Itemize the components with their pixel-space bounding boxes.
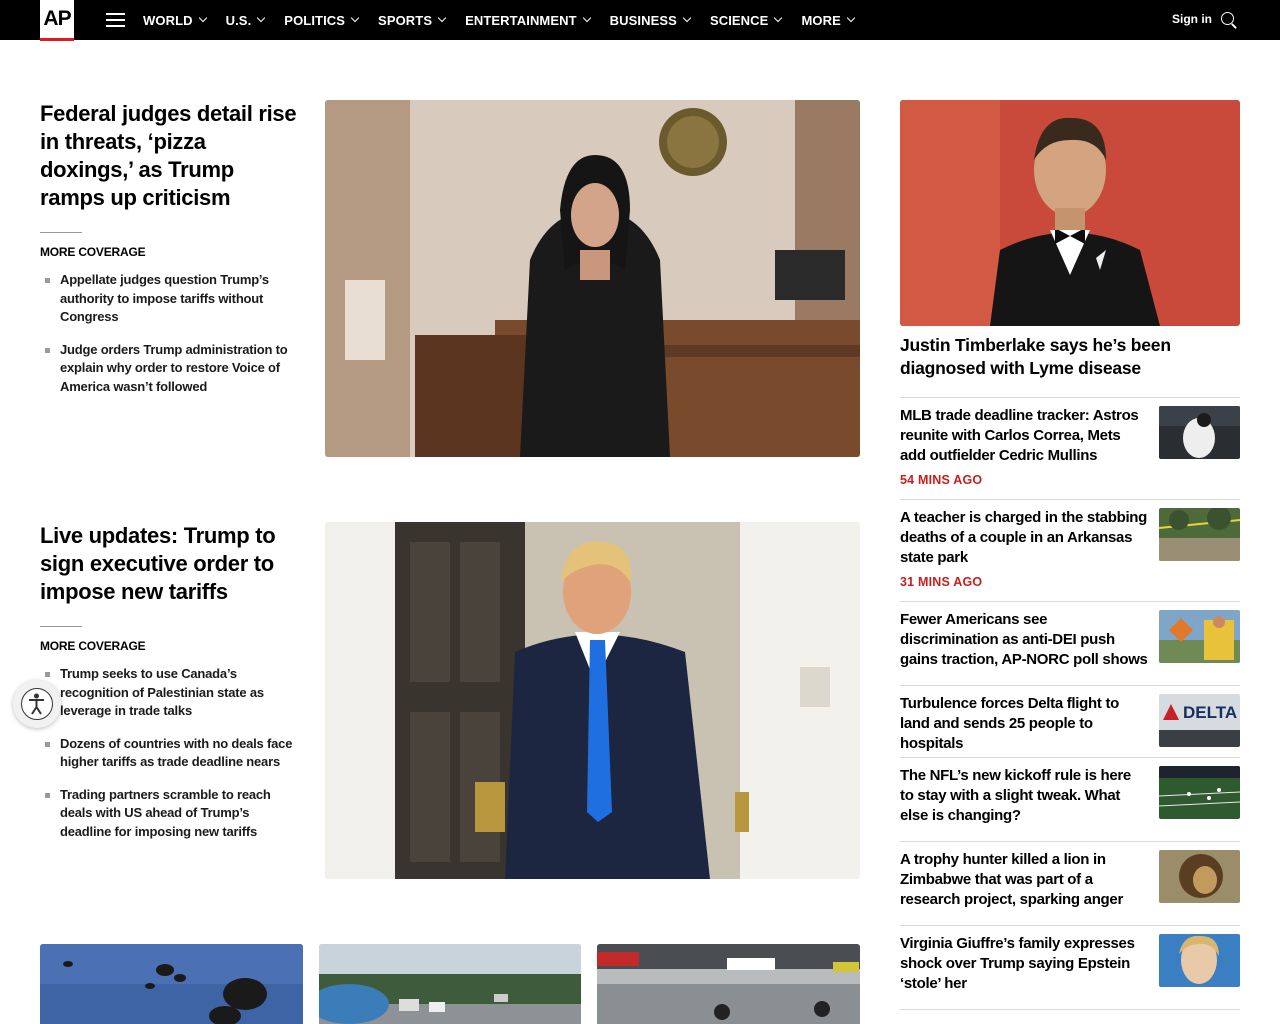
coverage-list: Trump seeks to use Canada’s recognition … (40, 665, 302, 855)
story-photo-rain-stadium[interactable] (597, 944, 860, 1024)
chevron-down-icon (198, 13, 207, 23)
list-item[interactable]: Virginia Giuffre’s family expresses shoc… (900, 934, 1240, 1004)
nav-item-science[interactable]: SCIENCE (710, 13, 783, 28)
chevron-down-icon (257, 13, 266, 23)
story-headline[interactable]: A teacher is charged in the stabbing dea… (900, 508, 1148, 568)
chevron-down-icon (582, 13, 591, 23)
accessibility-button[interactable] (13, 680, 61, 728)
list-item[interactable]: Fewer Americans see discrimination as an… (900, 610, 1240, 680)
list-item[interactable]: A teacher is charged in the stabbing dea… (900, 508, 1240, 598)
top-navigation-bar: AP WORLD U.S. POLITICS SPORTS ENTERTAINM… (0, 0, 1280, 41)
lead-headline-1[interactable]: Federal judges detail rise in threats, ‘… (40, 100, 302, 212)
ap-logo[interactable]: AP (40, 0, 74, 41)
story-headline[interactable]: Fewer Americans see discrimination as an… (900, 610, 1148, 670)
divider (900, 1009, 1240, 1010)
section-nav: WORLD U.S. POLITICS SPORTS ENTERTAINMENT… (143, 0, 874, 40)
sign-in-link[interactable]: Sign in (1172, 12, 1212, 26)
list-item[interactable]: Turbulence forces Delta flight to land a… (900, 694, 1240, 754)
coverage-link[interactable]: Judge orders Trump administration to exp… (40, 341, 302, 397)
story-thumbnail[interactable] (1159, 508, 1240, 561)
chevron-down-icon (437, 13, 447, 23)
nav-item-more[interactable]: MORE (801, 13, 856, 28)
story-thumbnail[interactable] (1159, 850, 1240, 903)
story-timestamp: 54 MINS AGO (900, 473, 983, 487)
more-coverage-label: MORE COVERAGE (40, 639, 146, 653)
divider (900, 397, 1240, 398)
story-headline[interactable]: Virginia Giuffre’s family expresses shoc… (900, 934, 1148, 994)
list-item[interactable]: A trophy hunter killed a lion in Zimbabw… (900, 850, 1240, 920)
coverage-link[interactable]: Trading partners scramble to reach deals… (40, 786, 302, 842)
chevron-down-icon (846, 13, 856, 23)
story-headline[interactable]: A trophy hunter killed a lion in Zimbabw… (900, 850, 1148, 910)
coverage-list: Appellate judges question Trump’s author… (40, 271, 302, 410)
story-thumbnail[interactable] (1159, 766, 1240, 819)
divider (900, 685, 1240, 686)
story-timestamp: 31 MINS AGO (900, 575, 983, 589)
ap-logo-text: AP (43, 7, 71, 30)
nav-item-business[interactable]: BUSINESS (610, 13, 692, 28)
story-thumbnail[interactable] (1159, 610, 1240, 663)
nav-item-entertainment[interactable]: ENTERTAINMENT (465, 13, 591, 28)
more-coverage-label: MORE COVERAGE (40, 245, 146, 259)
list-item[interactable]: MLB trade deadline tracker: Astros reuni… (900, 406, 1240, 496)
divider (900, 757, 1240, 758)
divider (40, 232, 82, 233)
story-headline[interactable]: Turbulence forces Delta flight to land a… (900, 694, 1148, 754)
menu-icon[interactable] (106, 13, 125, 27)
nav-item-politics[interactable]: POLITICS (284, 13, 360, 28)
chevron-down-icon (350, 13, 360, 23)
coverage-link[interactable]: Appellate judges question Trump’s author… (40, 271, 302, 327)
story-thumbnail[interactable]: DELTA (1159, 694, 1240, 747)
coverage-link[interactable]: Trump seeks to use Canada’s recognition … (40, 665, 302, 721)
list-item[interactable]: The NFL’s new kickoff rule is here to st… (900, 766, 1240, 836)
divider (900, 601, 1240, 602)
hero-photo-timberlake[interactable] (900, 100, 1240, 326)
accessibility-icon (21, 688, 53, 720)
lead-headline-2[interactable]: Live updates: Trump to sign executive or… (40, 522, 302, 606)
story-photo-traffic[interactable] (319, 944, 581, 1024)
story-headline[interactable]: MLB trade deadline tracker: Astros reuni… (900, 406, 1148, 466)
chevron-down-icon (774, 13, 783, 23)
nav-item-sports[interactable]: SPORTS (378, 13, 447, 28)
chevron-down-icon (682, 13, 692, 23)
nav-item-us[interactable]: U.S. (226, 13, 266, 28)
divider (900, 925, 1240, 926)
lead-photo-judge[interactable] (325, 100, 860, 457)
right-hero-headline[interactable]: Justin Timberlake says he’s been diagnos… (900, 334, 1240, 380)
coverage-link[interactable]: Dozens of countries with no deals face h… (40, 735, 302, 772)
nav-item-world[interactable]: WORLD (143, 13, 207, 28)
story-thumbnail[interactable] (1159, 406, 1240, 459)
story-thumbnail[interactable] (1159, 934, 1240, 987)
search-icon[interactable] (1221, 12, 1237, 29)
divider (40, 626, 82, 627)
story-photo-parachutes[interactable] (40, 944, 303, 1024)
lead-photo-trump[interactable] (325, 522, 860, 879)
divider (900, 499, 1240, 500)
delta-thumb-text: DELTA (1183, 703, 1237, 722)
divider (900, 841, 1240, 842)
story-headline[interactable]: The NFL’s new kickoff rule is here to st… (900, 766, 1148, 826)
